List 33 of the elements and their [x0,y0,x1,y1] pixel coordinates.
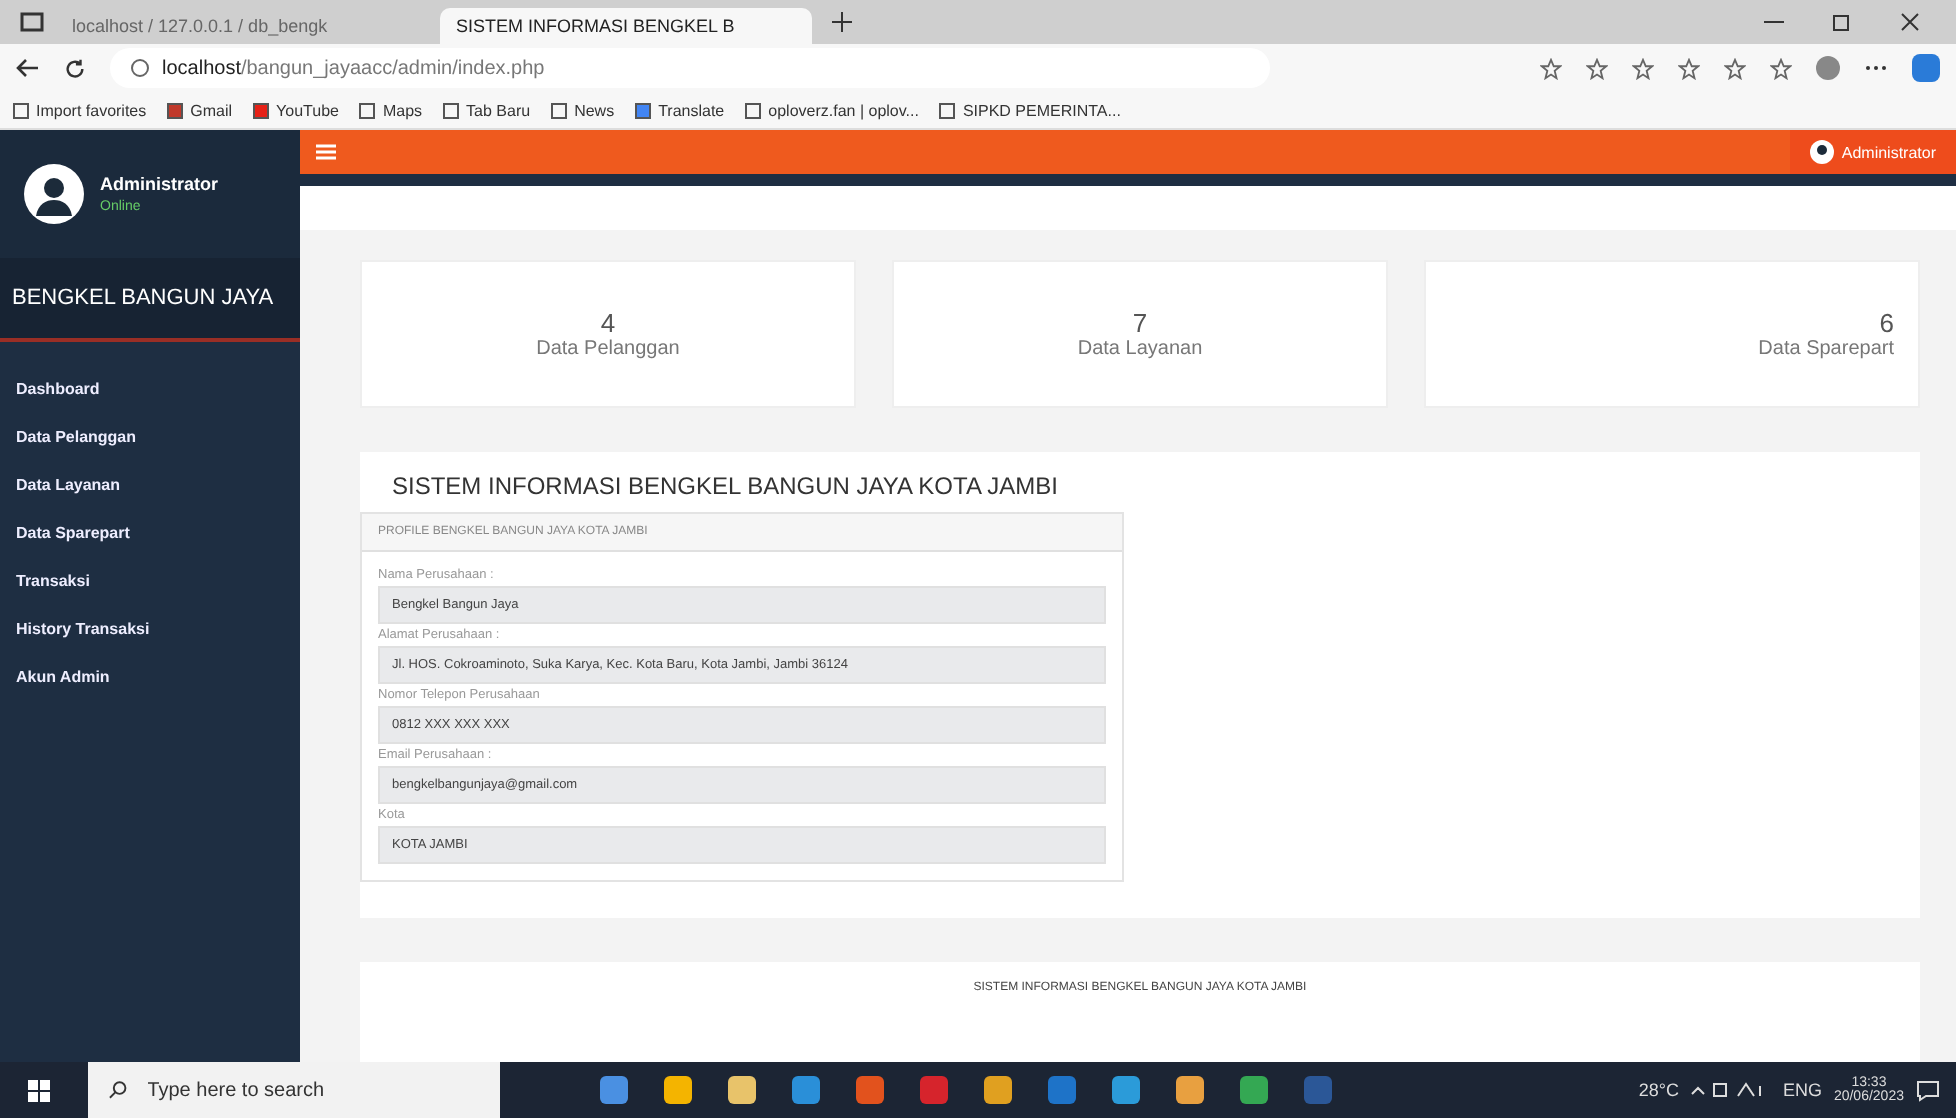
stat-label: Data Layanan [1077,338,1203,360]
stat-label: Data Sparepart [1758,338,1894,360]
address-bar[interactable]: localhost/bangun_jayaacc/admin/index.php [110,48,1270,88]
stat-label: Data Pelanggan [536,338,680,360]
bookmark-link[interactable]: Gmail [166,101,233,119]
user-name: Administrator [100,174,219,194]
taskbar-search-field[interactable]: Type here to search [143,1077,480,1103]
stat-value: 7 [1132,308,1148,338]
bookmark-link[interactable]: Translate [634,101,725,119]
language-indicator[interactable]: ENG [1782,1080,1822,1100]
user-menu[interactable]: Administrator [1789,130,1956,174]
browser-tab[interactable]: SISTEM INFORMASI BENGKEL B [440,8,812,44]
sidebar-item[interactable]: Data Pelanggan [0,414,300,462]
sidebar-item[interactable]: Data Sparepart [0,510,300,558]
stat-value: 6 [1879,308,1894,338]
bookmark-link[interactable]: SIPKD PEMERINTA... [938,101,1121,119]
sidebar-item[interactable]: History Transaksi [0,606,300,654]
bookmark-link[interactable]: Maps [358,101,423,119]
sidebar-item[interactable]: Transaksi [0,558,300,606]
panel-title: SISTEM INFORMASI BENGKEL BANGUN JAYA KOTA JAMBI [390,470,1060,504]
stat-value: 4 [600,308,616,338]
taskbar-search-field[interactable]: Type here to search [88,1062,500,1118]
sidebar-brand: BENGKEL BANGUN JAYA [0,258,300,342]
bookmark-link[interactable]: Tab Baru [442,101,531,119]
bookmark-link[interactable]: News [550,101,615,119]
bookmark-link[interactable]: oploverz.fan | oplov... [744,101,919,119]
browser-tab[interactable]: localhost / 127.0.0.1 / db_bengk [56,8,428,44]
sidebar-item[interactable]: Data Layanan [0,462,300,510]
sidebar-item[interactable]: Dashboard [0,366,300,414]
bookmark-link[interactable]: Import favorites [12,101,147,119]
weather-text: 28°C [1638,1080,1679,1100]
bookmark-link[interactable]: YouTube [252,101,339,119]
sidebar-item[interactable]: Akun Admin [0,654,300,702]
